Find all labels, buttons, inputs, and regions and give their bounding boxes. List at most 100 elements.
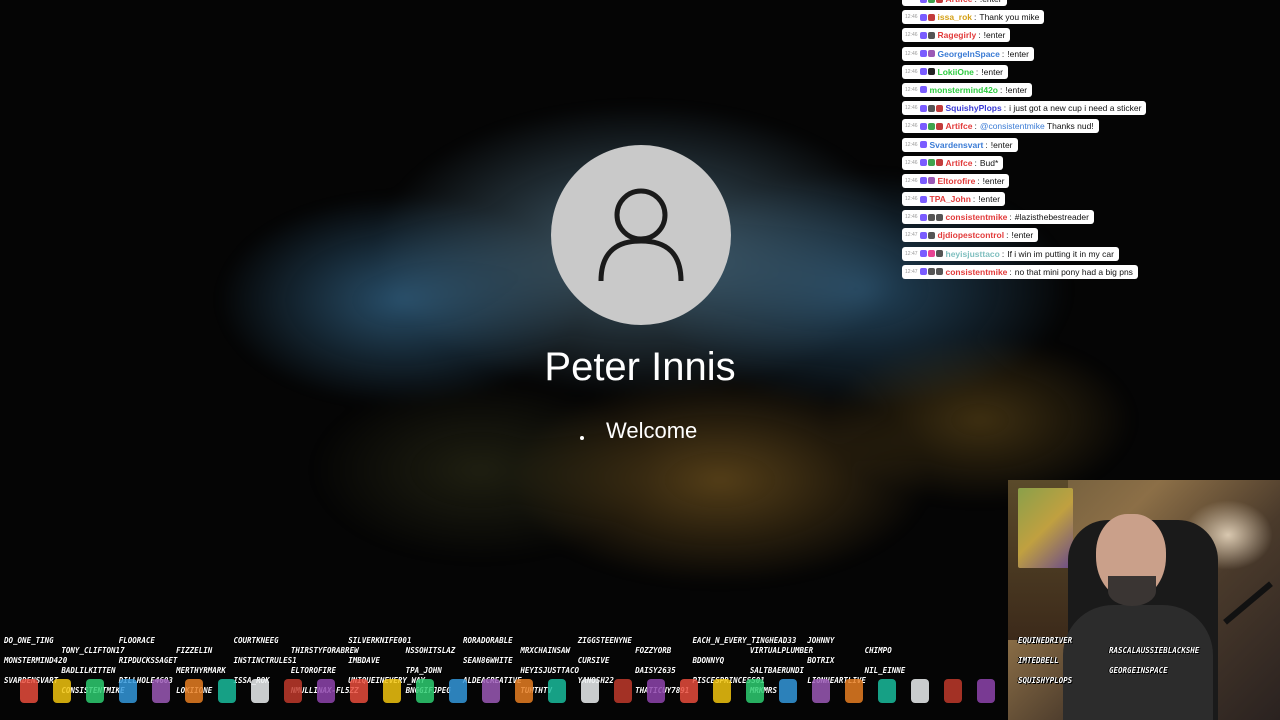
- chat-message: 12:46 monstermind42o: !enter: [902, 82, 1033, 97]
- chat-badge-icon: [935, 268, 943, 276]
- chat-separator: :: [1006, 230, 1009, 241]
- viewer-name: CURSIVE: [577, 656, 610, 665]
- chat-username[interactable]: monstermind42o: [930, 85, 999, 95]
- chat-badge-icon: [919, 13, 927, 21]
- chat-timestamp: 12:47: [905, 232, 918, 239]
- chat-overlay: 12:46Artifce:!enter12:46issa_rok:Thank y…: [902, 0, 1272, 283]
- chat-username[interactable]: heyisjusttaco: [946, 249, 1000, 259]
- chat-badge-icon: [927, 104, 935, 112]
- chat-text: !enter: [1005, 84, 1028, 95]
- chat-timestamp: 12:46: [905, 196, 918, 203]
- chat-username[interactable]: Svardensvart: [930, 140, 984, 150]
- viewer-avatar-sprite: [515, 679, 533, 703]
- chat-message: 12:46 consistentmike: #lazisthebestreader: [902, 210, 1094, 225]
- viewer-avatar-sprite: [680, 679, 698, 703]
- chat-message: 12:46 Artifce: Bud*: [902, 155, 1004, 170]
- chat-text: Bud*: [979, 157, 999, 168]
- viewer-avatar-sprite: [878, 679, 896, 703]
- chat-username[interactable]: Artifce: [946, 121, 973, 131]
- chat-separator: :: [977, 175, 980, 186]
- viewer-avatar-sprite: [812, 679, 830, 703]
- chat-badges: [919, 231, 935, 239]
- user-silhouette-icon: [598, 188, 684, 282]
- chat-message: 12:46 issa_rok: Thank you mike: [902, 10, 1045, 25]
- chat-message: 12:46 Ragegirly: !enter: [902, 28, 1011, 43]
- chat-username[interactable]: djdiopestcontrol: [938, 230, 1005, 240]
- viewer-name: THIRSTYFORABREW: [290, 646, 359, 655]
- chat-badges: [919, 104, 943, 112]
- chat-timestamp: 12:47: [905, 268, 918, 275]
- chat-badge-icon: [927, 231, 935, 239]
- loading-spinner-icon: [580, 436, 584, 440]
- chat-badge-icon: [927, 213, 935, 221]
- viewer-name: MONSTERMIND420: [4, 656, 68, 665]
- chat-username[interactable]: Artifce: [946, 158, 973, 168]
- chat-badges: [919, 31, 935, 39]
- chat-message: 12:46 Eltorofire: !enter: [902, 173, 1010, 188]
- chat-separator: :: [1000, 84, 1003, 95]
- viewer-avatar-sprite: [119, 679, 137, 703]
- chat-badge-icon: [919, 104, 927, 112]
- chat-username[interactable]: Artifce: [946, 0, 973, 4]
- viewer-name: NSSOHITSLAZ: [405, 646, 456, 655]
- chat-badge-icon: [927, 13, 935, 21]
- viewer-avatar-sprite: [53, 679, 71, 703]
- chat-timestamp: 12:46: [905, 68, 918, 75]
- chat-timestamp: 12:46: [905, 159, 918, 166]
- welcome-status: Welcome: [580, 418, 697, 444]
- chat-text: !enter: [983, 30, 1006, 41]
- chat-username[interactable]: Ragegirly: [938, 30, 977, 40]
- chat-timestamp: 12:46: [905, 177, 918, 184]
- chat-text: !enter: [1011, 230, 1034, 241]
- viewer-avatar-sprite: [779, 679, 797, 703]
- chat-separator: :: [974, 12, 977, 23]
- viewer-name: MERTHYRMARK: [176, 666, 226, 675]
- viewer-avatar-sprite: [482, 679, 500, 703]
- chat-badge-icon: [919, 159, 927, 167]
- viewer-name: RIPDUCKSSAGET: [118, 656, 178, 665]
- viewer-avatar-sprite: [911, 679, 929, 703]
- chat-username[interactable]: consistentmike: [946, 267, 1008, 277]
- chat-username[interactable]: consistentmike: [946, 212, 1008, 222]
- chat-mention[interactable]: @consistentmike: [980, 121, 1045, 131]
- chat-badge-icon: [927, 177, 935, 185]
- chat-badge-icon: [919, 268, 927, 276]
- chat-badge-icon: [927, 122, 935, 130]
- chat-badges: [919, 177, 935, 185]
- chat-username[interactable]: LokiiOne: [938, 67, 974, 77]
- viewer-avatar-sprite: [614, 679, 632, 703]
- chat-message: 12:47 heyisjusttaco: If i win im putting i…: [902, 246, 1119, 261]
- chat-separator: :: [974, 121, 977, 132]
- chat-timestamp: 12:46: [905, 105, 918, 112]
- viewer-name: HEYISJUSTTACO: [520, 666, 580, 675]
- welcome-text: Welcome: [606, 418, 698, 443]
- chat-badge-icon: [935, 122, 943, 130]
- viewer-names-strip-right: EQUINEDRIVER RASCALAUSSIEBLACKSHE IMTEDBEL…: [1008, 636, 1280, 720]
- viewer-name: TONY_CLIFTON17: [61, 646, 125, 655]
- viewer-avatar-sprite: [647, 679, 665, 703]
- viewer-name: FLOORACE: [118, 636, 155, 645]
- viewer-avatar-sprite: [350, 679, 368, 703]
- chat-badge-icon: [935, 213, 943, 221]
- chat-badges: [919, 86, 927, 94]
- chat-text: !enter: [980, 0, 1002, 4]
- viewer-name: DAISY2635: [635, 666, 676, 675]
- chat-username[interactable]: SquishyPlops: [946, 103, 1002, 113]
- chat-username[interactable]: issa_rok: [938, 12, 973, 22]
- viewer-name: MRXCHAINSAW: [520, 646, 571, 655]
- chat-text: Thank you mike: [979, 12, 1040, 23]
- viewer-avatar-sprite: [152, 679, 170, 703]
- chat-badge-icon: [919, 122, 927, 130]
- chat-message: 12:47 djdiopestcontrol: !enter: [902, 228, 1039, 243]
- chat-separator: :: [1001, 48, 1005, 59]
- chat-username[interactable]: Eltorofire: [938, 176, 976, 186]
- chat-username[interactable]: TPA_John: [930, 194, 971, 204]
- chat-badge-icon: [927, 0, 935, 3]
- chat-badge-icon: [927, 268, 935, 276]
- chat-badge-icon: [935, 0, 943, 3]
- chat-message: 12:46 Artifce: @consistentmike Thanks nud!: [902, 119, 1099, 134]
- chat-text: i just got a new cup i need a sticker: [1009, 103, 1142, 114]
- viewer-name: VIRTUALPLUMBER: [749, 646, 814, 655]
- chat-username[interactable]: GeorgeInSpace: [938, 49, 1000, 59]
- chat-text: @consistentmike Thanks nud!: [979, 121, 1094, 132]
